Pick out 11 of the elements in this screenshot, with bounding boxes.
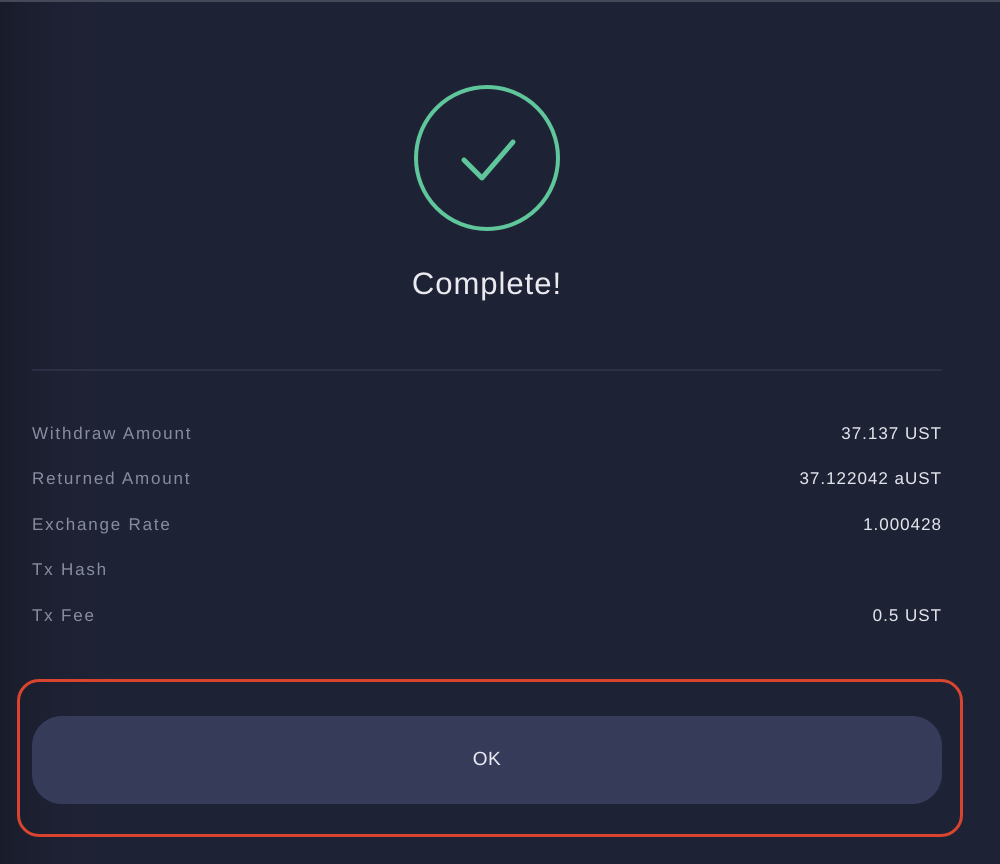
detail-label: Tx Fee xyxy=(32,606,96,626)
status-title: Complete! xyxy=(412,266,562,302)
detail-label: Exchange Rate xyxy=(32,514,172,535)
detail-value: 1.000428 xyxy=(863,514,942,535)
detail-value: 37.137 UST xyxy=(841,424,942,444)
detail-value: 37.122042 aUST xyxy=(799,469,942,490)
ok-button[interactable]: OK xyxy=(32,716,942,804)
detail-label: Returned Amount xyxy=(32,469,192,490)
detail-label: Tx Hash xyxy=(32,560,108,580)
detail-label: Withdraw Amount xyxy=(32,424,192,444)
detail-value: 0.5 UST xyxy=(872,606,942,626)
